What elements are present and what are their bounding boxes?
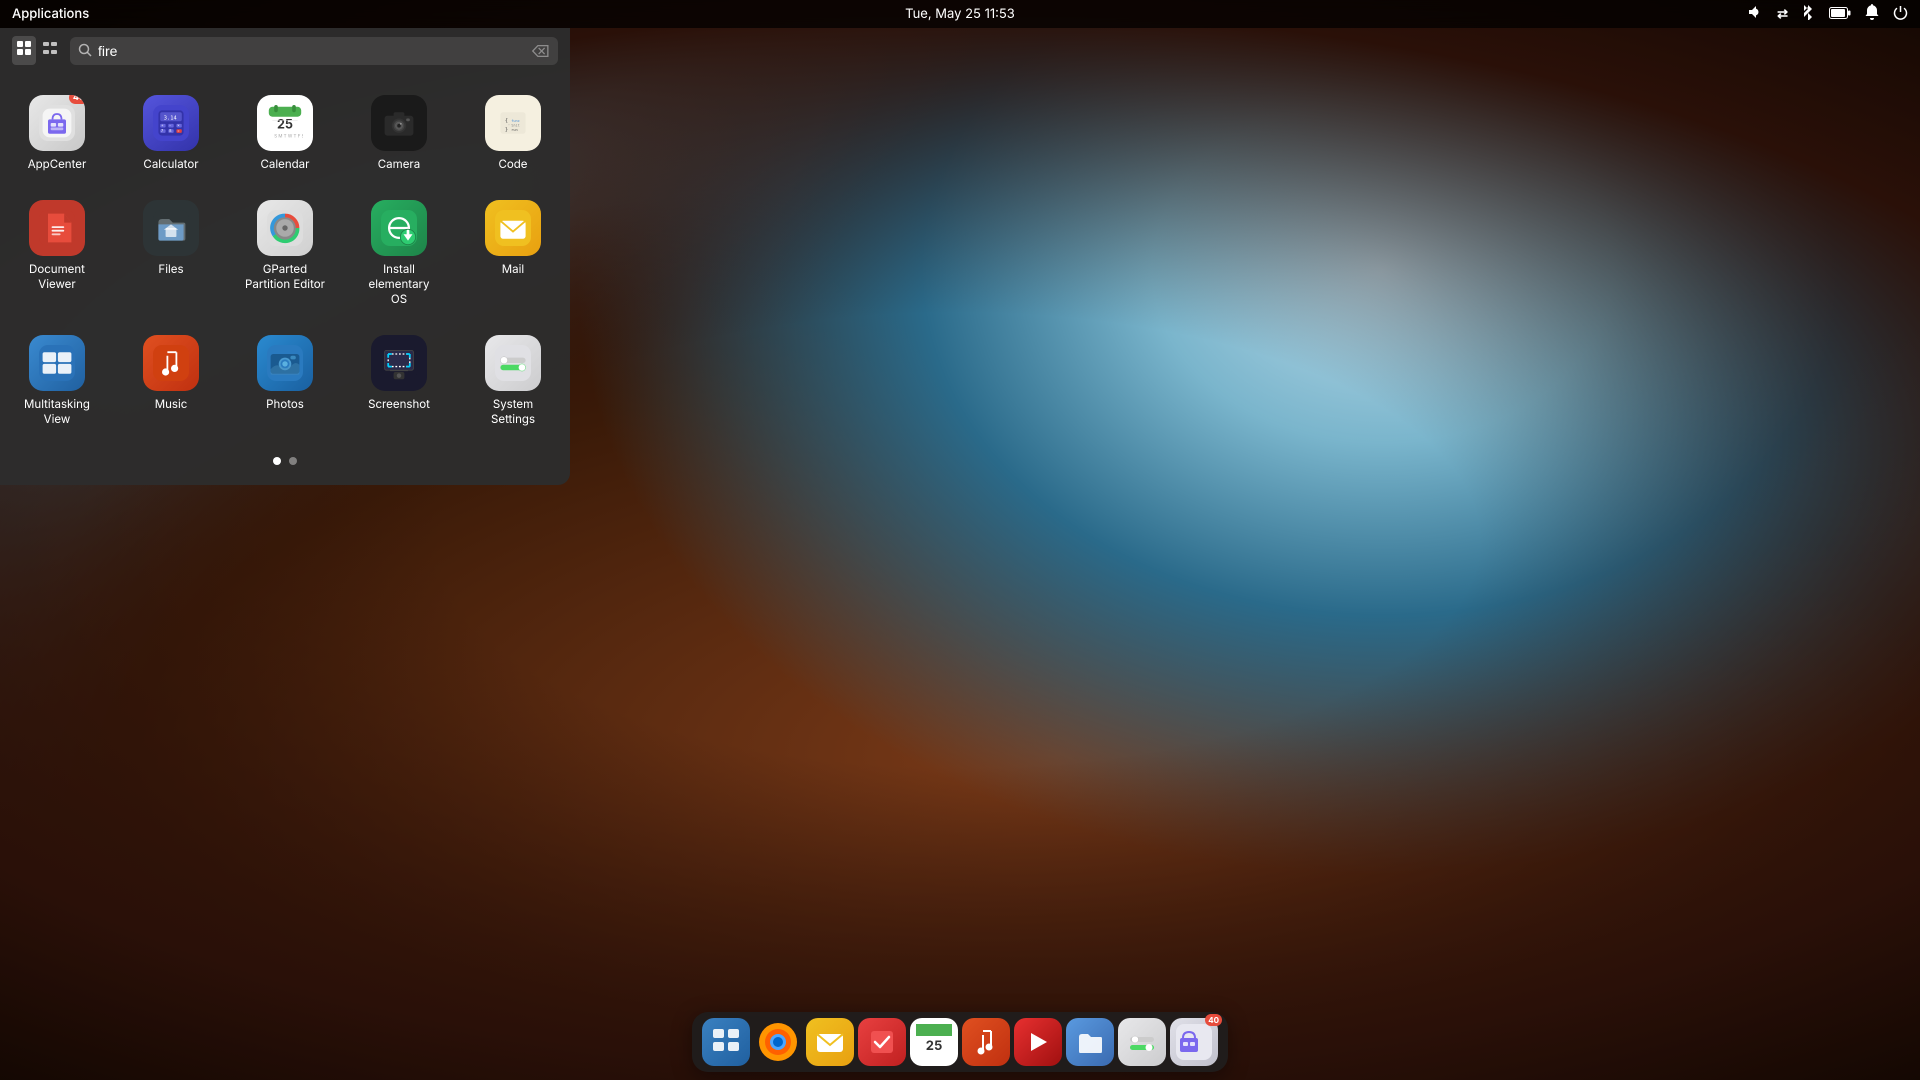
dock-item-sysset[interactable]	[1118, 1018, 1166, 1066]
app-item-appcenter[interactable]: 40 AppCenter	[2, 83, 112, 184]
app-item-sysset[interactable]: System Settings	[458, 323, 568, 439]
docviewer-label: Document Viewer	[17, 262, 97, 292]
photos-label: Photos	[266, 397, 304, 412]
svg-text:}: }	[505, 127, 508, 133]
svg-text:25: 25	[277, 117, 293, 132]
dock-item-appcenter[interactable]: 40	[1170, 1018, 1218, 1066]
dock-appcenter-badge: 40	[1205, 1014, 1222, 1026]
svg-text:7: 7	[161, 129, 163, 133]
grid-view-button[interactable]	[12, 36, 36, 65]
gparted-label: GParted Partition Editor	[245, 262, 325, 292]
dock-item-files[interactable]	[1066, 1018, 1114, 1066]
app-launcher: ⌫ 40 AppCenter	[0, 28, 570, 485]
camera-label: Camera	[378, 157, 420, 172]
app-item-mail[interactable]: Mail	[458, 188, 568, 319]
search-bar[interactable]: ⌫	[70, 37, 558, 65]
app-item-gparted[interactable]: GParted Partition Editor	[230, 188, 340, 319]
app-item-docviewer[interactable]: Document Viewer	[2, 188, 112, 319]
appcenter-label: AppCenter	[28, 157, 87, 172]
app-item-photos[interactable]: Photos	[230, 323, 340, 439]
top-panel: Applications Tue, May 25 11:53 ⇄	[0, 0, 1920, 28]
applications-menu-button[interactable]: Applications	[12, 6, 89, 22]
svg-text:=: =	[177, 129, 179, 133]
multitask-label: Multitasking View	[17, 397, 97, 427]
launcher-topbar: ⌫	[0, 28, 570, 73]
panel-left: Applications	[12, 6, 89, 22]
svg-text:run: run	[511, 128, 518, 132]
page-dot-2[interactable]	[289, 457, 297, 465]
dock-item-calendar[interactable]: 25	[910, 1018, 958, 1066]
page-dot-1[interactable]	[273, 457, 281, 465]
svg-text:8: 8	[169, 129, 171, 133]
app-item-multitask[interactable]: Multitasking View	[2, 323, 112, 439]
notification-icon[interactable]	[1865, 4, 1879, 24]
code-label: Code	[498, 157, 527, 172]
bluetooth-icon[interactable]	[1801, 4, 1815, 24]
search-clear-button[interactable]: ⌫	[531, 41, 550, 61]
calculator-label: Calculator	[143, 157, 198, 172]
view-toggles	[12, 36, 62, 65]
app-item-calendar[interactable]: 25 S M T W T F S Calendar	[230, 83, 340, 184]
svg-text:init: init	[511, 124, 520, 128]
dock: 25	[692, 1012, 1228, 1072]
panel-right: ⇄	[1747, 4, 1908, 24]
list-view-button[interactable]	[38, 36, 62, 65]
music-label: Music	[155, 397, 188, 412]
app-item-install[interactable]: Install elementary OS	[344, 188, 454, 319]
dock-item-videos[interactable]	[1014, 1018, 1062, 1066]
sysset-label: System Settings	[473, 397, 553, 427]
app-item-screenshot[interactable]: Screenshot	[344, 323, 454, 439]
battery-icon[interactable]	[1829, 7, 1851, 22]
app-item-camera[interactable]: Camera	[344, 83, 454, 184]
svg-text:25: 25	[926, 1038, 943, 1054]
search-input[interactable]	[98, 43, 525, 59]
appcenter-badge: 40	[69, 95, 85, 104]
network-icon[interactable]: ⇄	[1777, 6, 1787, 22]
panel-datetime: Tue, May 25 11:53	[905, 6, 1015, 22]
dock-item-music[interactable]	[962, 1018, 1010, 1066]
svg-text:S M T W T F S: S M T W T F S	[274, 133, 303, 139]
app-item-music[interactable]: Music	[116, 323, 226, 439]
dock-item-multitask[interactable]	[702, 1018, 750, 1066]
dock-item-tasks[interactable]	[858, 1018, 906, 1066]
dock-item-mail[interactable]	[806, 1018, 854, 1066]
calendar-label: Calendar	[261, 157, 310, 172]
install-label: Install elementary OS	[359, 262, 439, 307]
app-item-calculator[interactable]: 3.14 + - × 7 8 = Calculator	[116, 83, 226, 184]
screenshot-label: Screenshot	[368, 397, 430, 412]
apps-grid: 40 AppCenter 3.14 + -	[0, 73, 570, 449]
dock-item-browser[interactable]	[754, 1018, 802, 1066]
app-item-files[interactable]: Files	[116, 188, 226, 319]
app-item-code[interactable]: { ··· } func init run Code	[458, 83, 568, 184]
volume-icon[interactable]	[1747, 4, 1763, 24]
svg-text:func: func	[511, 119, 520, 123]
mail-label: Mail	[502, 262, 524, 277]
files-label: Files	[158, 262, 183, 277]
search-icon	[78, 41, 92, 61]
page-dots	[0, 449, 570, 469]
svg-text:3.14: 3.14	[164, 115, 177, 121]
power-icon[interactable]	[1893, 5, 1908, 24]
